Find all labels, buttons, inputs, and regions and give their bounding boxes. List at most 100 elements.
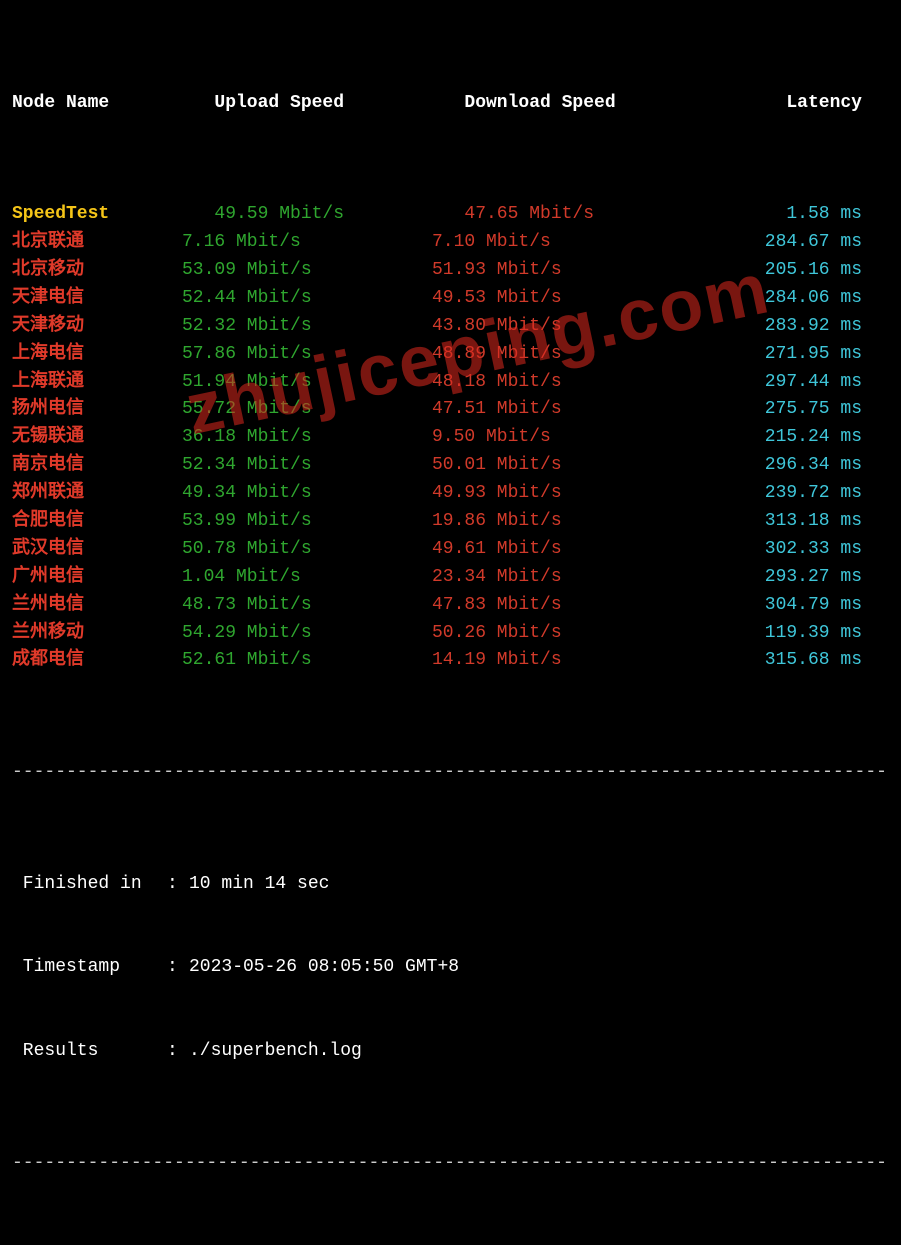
cell-upload: 52.44 Mbit/s <box>182 285 432 313</box>
cell-download: 7.10 Mbit/s <box>432 229 682 257</box>
cell-latency: 297.44 ms <box>682 369 862 397</box>
cell-latency: 315.68 ms <box>682 647 862 675</box>
cell-latency: 313.18 ms <box>682 508 862 536</box>
cell-upload: 50.78 Mbit/s <box>182 536 432 564</box>
cell-node: 天津移动 <box>12 313 182 341</box>
cell-download: 23.34 Mbit/s <box>432 564 682 592</box>
cell-node: 扬州电信 <box>12 396 182 424</box>
cell-download: 14.19 Mbit/s <box>432 647 682 675</box>
cell-latency: 1.58 ms <box>682 201 862 229</box>
cell-download: 49.61 Mbit/s <box>432 536 682 564</box>
cell-upload: 57.86 Mbit/s <box>182 341 432 369</box>
cell-upload: 52.34 Mbit/s <box>182 452 432 480</box>
cell-upload: 48.73 Mbit/s <box>182 592 432 620</box>
footer-sep: : <box>167 1038 189 1066</box>
table-row: 北京联通7.16 Mbit/s7.10 Mbit/s284.67 ms <box>12 229 889 257</box>
cell-latency: 239.72 ms <box>682 480 862 508</box>
cell-upload: 7.16 Mbit/s <box>182 229 432 257</box>
cell-upload: 55.72 Mbit/s <box>182 396 432 424</box>
cell-download: 43.80 Mbit/s <box>432 313 682 341</box>
cell-latency: 119.39 ms <box>682 620 862 648</box>
cell-node: 合肥电信 <box>12 508 182 536</box>
table-row: 天津电信52.44 Mbit/s49.53 Mbit/s284.06 ms <box>12 285 889 313</box>
cell-upload: 53.09 Mbit/s <box>182 257 432 285</box>
cell-download: 50.26 Mbit/s <box>432 620 682 648</box>
cell-node: 天津电信 <box>12 285 182 313</box>
cell-latency: 215.24 ms <box>682 424 862 452</box>
cell-download: 49.93 Mbit/s <box>432 480 682 508</box>
table-row: 上海电信57.86 Mbit/s48.89 Mbit/s271.95 ms <box>12 341 889 369</box>
table-row: 南京电信52.34 Mbit/s50.01 Mbit/s296.34 ms <box>12 452 889 480</box>
table-row: 广州电信1.04 Mbit/s23.34 Mbit/s293.27 ms <box>12 564 889 592</box>
footer-results-val: ./superbench.log <box>189 1038 362 1066</box>
table-header-row: Node Name Upload Speed Download Speed La… <box>12 90 889 118</box>
table-row: 兰州移动54.29 Mbit/s50.26 Mbit/s119.39 ms <box>12 620 889 648</box>
cell-download: 47.51 Mbit/s <box>432 396 682 424</box>
cell-node: 南京电信 <box>12 452 182 480</box>
table-row: 无锡联通36.18 Mbit/s9.50 Mbit/s215.24 ms <box>12 424 889 452</box>
cell-node: 北京联通 <box>12 229 182 257</box>
cell-latency: 304.79 ms <box>682 592 862 620</box>
cell-download: 47.83 Mbit/s <box>432 592 682 620</box>
footer-results: Results : ./superbench.log <box>12 1038 889 1066</box>
footer-finished-val: 10 min 14 sec <box>189 871 329 899</box>
header-node: Node Name <box>12 90 182 118</box>
footer-timestamp-val: 2023-05-26 08:05:50 GMT+8 <box>189 954 459 982</box>
cell-node: 兰州电信 <box>12 592 182 620</box>
table-row: 兰州电信48.73 Mbit/s47.83 Mbit/s304.79 ms <box>12 592 889 620</box>
header-download: Download Speed <box>432 90 682 118</box>
cell-latency: 284.67 ms <box>682 229 862 257</box>
cell-node: 广州电信 <box>12 564 182 592</box>
footer-sep: : <box>167 954 189 982</box>
table-row: 郑州联通49.34 Mbit/s49.93 Mbit/s239.72 ms <box>12 480 889 508</box>
cell-node: 上海电信 <box>12 341 182 369</box>
cell-upload: 49.59 Mbit/s <box>182 201 432 229</box>
table-row: 上海联通51.94 Mbit/s48.18 Mbit/s297.44 ms <box>12 369 889 397</box>
cell-node: 兰州移动 <box>12 620 182 648</box>
footer-finished-key: Finished in <box>12 871 167 899</box>
cell-download: 48.18 Mbit/s <box>432 369 682 397</box>
footer-finished: Finished in : 10 min 14 sec <box>12 871 889 899</box>
header-latency: Latency <box>682 90 862 118</box>
cell-upload: 1.04 Mbit/s <box>182 564 432 592</box>
cell-upload: 49.34 Mbit/s <box>182 480 432 508</box>
cell-download: 9.50 Mbit/s <box>432 424 682 452</box>
table-row: 合肥电信53.99 Mbit/s19.86 Mbit/s313.18 ms <box>12 508 889 536</box>
header-upload: Upload Speed <box>182 90 432 118</box>
cell-latency: 284.06 ms <box>682 285 862 313</box>
divider: ----------------------------------------… <box>12 1150 889 1178</box>
table-row: SpeedTest 49.59 Mbit/s 47.65 Mbit/s1.58 … <box>12 201 889 229</box>
cell-upload: 52.61 Mbit/s <box>182 647 432 675</box>
footer-results-key: Results <box>12 1038 167 1066</box>
cell-download: 49.53 Mbit/s <box>432 285 682 313</box>
cell-download: 50.01 Mbit/s <box>432 452 682 480</box>
table-row: 武汉电信50.78 Mbit/s49.61 Mbit/s302.33 ms <box>12 536 889 564</box>
table-row: 北京移动53.09 Mbit/s51.93 Mbit/s205.16 ms <box>12 257 889 285</box>
cell-node: 北京移动 <box>12 257 182 285</box>
cell-download: 47.65 Mbit/s <box>432 201 682 229</box>
cell-latency: 283.92 ms <box>682 313 862 341</box>
footer-sep: : <box>167 871 189 899</box>
cell-upload: 52.32 Mbit/s <box>182 313 432 341</box>
terminal-output: Node Name Upload Speed Download Speed La… <box>0 0 901 1245</box>
cell-node: 郑州联通 <box>12 480 182 508</box>
cell-latency: 275.75 ms <box>682 396 862 424</box>
table-row: 扬州电信55.72 Mbit/s47.51 Mbit/s275.75 ms <box>12 396 889 424</box>
cell-download: 51.93 Mbit/s <box>432 257 682 285</box>
cell-node: 武汉电信 <box>12 536 182 564</box>
cell-download: 19.86 Mbit/s <box>432 508 682 536</box>
cell-upload: 36.18 Mbit/s <box>182 424 432 452</box>
cell-latency: 293.27 ms <box>682 564 862 592</box>
cell-node: 成都电信 <box>12 647 182 675</box>
cell-latency: 296.34 ms <box>682 452 862 480</box>
cell-latency: 271.95 ms <box>682 341 862 369</box>
footer-timestamp-key: Timestamp <box>12 954 167 982</box>
table-row: 成都电信52.61 Mbit/s14.19 Mbit/s315.68 ms <box>12 647 889 675</box>
cell-upload: 54.29 Mbit/s <box>182 620 432 648</box>
cell-upload: 53.99 Mbit/s <box>182 508 432 536</box>
cell-download: 48.89 Mbit/s <box>432 341 682 369</box>
footer-timestamp: Timestamp : 2023-05-26 08:05:50 GMT+8 <box>12 954 889 982</box>
table-body: SpeedTest 49.59 Mbit/s 47.65 Mbit/s1.58 … <box>12 201 889 675</box>
divider: ----------------------------------------… <box>12 759 889 787</box>
cell-upload: 51.94 Mbit/s <box>182 369 432 397</box>
